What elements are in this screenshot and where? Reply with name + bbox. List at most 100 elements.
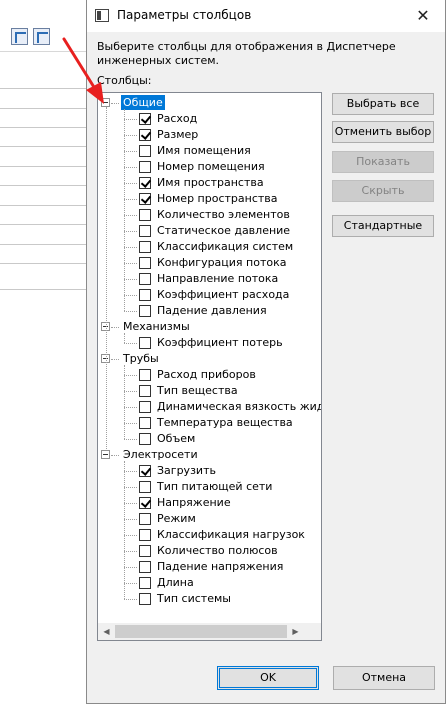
background-row-divider [0, 166, 86, 167]
column-checkbox[interactable] [139, 401, 151, 413]
column-checkbox[interactable] [139, 209, 151, 221]
columns-tree[interactable]: Общие Расход Размер Имя помещения Номер поме… [97, 92, 322, 641]
column-checkbox[interactable] [139, 145, 151, 157]
column-checkbox[interactable] [139, 513, 151, 525]
scrollbar-thumb[interactable] [115, 625, 287, 638]
column-checkbox[interactable] [139, 577, 151, 589]
tree-item[interactable]: Режим [98, 511, 307, 527]
tree-item[interactable]: Имя пространства [98, 175, 307, 191]
column-checkbox[interactable] [139, 465, 151, 477]
tree-connector [124, 247, 137, 248]
tree-item[interactable]: Классификация нагрузок [98, 527, 307, 543]
column-checkbox[interactable] [139, 417, 151, 429]
tree-group-label[interactable]: Механизмы [121, 319, 192, 334]
tree-group[interactable]: Трубы [98, 351, 307, 367]
tree-item[interactable]: Конфигурация потока [98, 255, 307, 271]
tree-item[interactable]: Длина [98, 575, 307, 591]
horizontal-scrollbar[interactable]: ◀ ▶ [98, 623, 321, 640]
column-checkbox[interactable] [139, 177, 151, 189]
show-button[interactable]: Показать [332, 151, 434, 173]
tree-item[interactable]: Загрузить [98, 463, 307, 479]
tree-group[interactable]: Электросети [98, 447, 307, 463]
column-label: Имя пространства [157, 176, 264, 189]
background-row-divider [0, 205, 86, 206]
scroll-left-icon[interactable]: ◀ [98, 623, 115, 640]
tree-connector [124, 471, 137, 472]
column-checkbox[interactable] [139, 481, 151, 493]
tree-group-label[interactable]: Электросети [121, 447, 200, 462]
tree-connector [124, 439, 137, 440]
tree-connector [124, 423, 137, 424]
tree-item[interactable]: Падение напряжения [98, 559, 307, 575]
close-icon[interactable]: ✕ [401, 0, 445, 32]
column-checkbox[interactable] [139, 161, 151, 173]
tree-item[interactable]: Тип системы [98, 591, 307, 607]
collapse-icon[interactable] [101, 450, 110, 459]
tree-item[interactable]: Объем [98, 431, 307, 447]
tree-item[interactable]: Тип вещества [98, 383, 307, 399]
column-label: Имя помещения [157, 144, 251, 157]
column-checkbox[interactable] [139, 193, 151, 205]
standard-button[interactable]: Стандартные [332, 215, 434, 237]
tree-group-label[interactable]: Общие [121, 95, 165, 110]
tree-group[interactable]: Общие [98, 95, 307, 111]
column-checkbox[interactable] [139, 289, 151, 301]
column-checkbox[interactable] [139, 257, 151, 269]
title-bar[interactable]: Параметры столбцов ✕ [87, 0, 445, 32]
column-checkbox[interactable] [139, 385, 151, 397]
hide-button[interactable]: Скрыть [332, 180, 434, 202]
tree-item[interactable]: Коэффициент расхода [98, 287, 307, 303]
select-all-button[interactable]: Выбрать все [332, 93, 434, 115]
column-checkbox[interactable] [139, 593, 151, 605]
tree-connector [106, 107, 107, 449]
tree-group-label[interactable]: Трубы [121, 351, 161, 366]
column-checkbox[interactable] [139, 273, 151, 285]
tree-item[interactable]: Имя помещения [98, 143, 307, 159]
tree-connector [124, 519, 137, 520]
column-checkbox[interactable] [139, 529, 151, 541]
tree-item[interactable]: Количество элементов [98, 207, 307, 223]
column-checkbox[interactable] [139, 129, 151, 141]
tree-item[interactable]: Расход [98, 111, 307, 127]
scroll-right-icon[interactable]: ▶ [287, 623, 304, 640]
column-settings-dialog: Параметры столбцов ✕ Выберите столбцы дл… [86, 0, 446, 704]
column-checkbox[interactable] [139, 241, 151, 253]
tree-item[interactable]: Динамическая вязкость жидко [98, 399, 321, 415]
tree-item[interactable]: Номер помещения [98, 159, 307, 175]
column-checkbox[interactable] [139, 113, 151, 125]
tree-item[interactable]: Температура вещества [98, 415, 307, 431]
tree-connector [124, 407, 137, 408]
fit-view-icon[interactable] [11, 28, 28, 45]
column-settings-icon[interactable] [33, 28, 50, 45]
tree-item[interactable]: Классификация систем [98, 239, 307, 255]
cancel-button[interactable]: Отмена [333, 666, 435, 690]
tree-group[interactable]: Механизмы [98, 319, 307, 335]
column-checkbox[interactable] [139, 433, 151, 445]
deselect-button[interactable]: Отменить выбор [332, 121, 434, 143]
tree-item[interactable]: Расход приборов [98, 367, 307, 383]
column-checkbox[interactable] [139, 305, 151, 317]
column-checkbox[interactable] [139, 369, 151, 381]
column-checkbox[interactable] [139, 545, 151, 557]
tree-connector [111, 327, 119, 328]
column-label: Размер [157, 128, 199, 141]
column-label: Температура вещества [157, 416, 293, 429]
tree-item[interactable]: Тип питающей сети [98, 479, 307, 495]
tree-item[interactable]: Количество полюсов [98, 543, 307, 559]
tree-item[interactable]: Размер [98, 127, 307, 143]
column-checkbox[interactable] [139, 497, 151, 509]
tree-connector [124, 279, 137, 280]
background-row-divider [0, 263, 86, 264]
tree-item[interactable]: Номер пространства [98, 191, 307, 207]
tree-item[interactable]: Статическое давление [98, 223, 307, 239]
tree-connector [124, 375, 137, 376]
column-checkbox[interactable] [139, 337, 151, 349]
tree-item[interactable]: Напряжение [98, 495, 307, 511]
column-label: Коэффициент потерь [157, 336, 283, 349]
ok-button[interactable]: OK [217, 666, 319, 690]
column-checkbox[interactable] [139, 561, 151, 573]
tree-item[interactable]: Падение давления [98, 303, 307, 319]
column-checkbox[interactable] [139, 225, 151, 237]
tree-item[interactable]: Коэффициент потерь [98, 335, 307, 351]
tree-item[interactable]: Направление потока [98, 271, 307, 287]
